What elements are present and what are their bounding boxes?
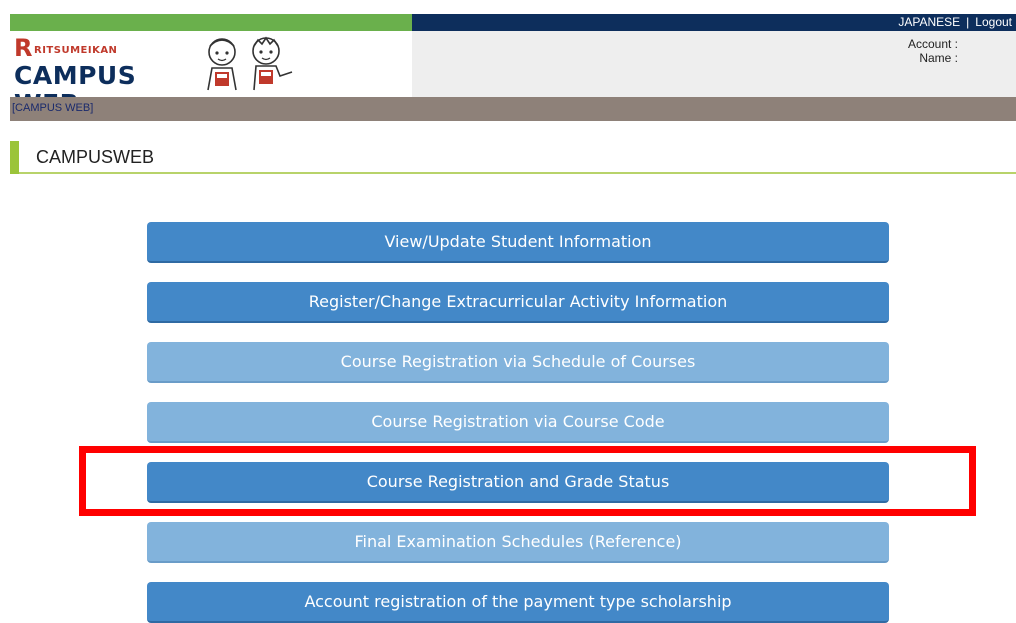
final-examination-schedules-button[interactable]: Final Examination Schedules (Reference) xyxy=(147,522,889,563)
heading-accent-bar xyxy=(10,141,19,174)
logo-r: R xyxy=(14,34,33,62)
page-heading: CAMPUSWEB xyxy=(10,141,1016,174)
course-registration-schedule-button[interactable]: Course Registration via Schedule of Cour… xyxy=(147,342,889,383)
mascot-illustration xyxy=(207,36,293,91)
link-separator: | xyxy=(966,15,970,29)
japanese-link[interactable]: JAPANESE xyxy=(898,15,960,29)
account-label: Account : xyxy=(907,37,958,51)
header-green-strip xyxy=(10,14,412,31)
page-title: CAMPUSWEB xyxy=(36,147,155,167)
campus-web-logo[interactable]: R RITSUMEIKAN CAMPUS WEB xyxy=(14,34,194,118)
course-registration-grade-status-button[interactable]: Course Registration and Grade Status xyxy=(147,462,889,503)
logout-link[interactable]: Logout xyxy=(975,15,1012,29)
breadcrumb-link[interactable]: [CAMPUS WEB] xyxy=(12,102,93,114)
logo-ritsumeikan: RITSUMEIKAN xyxy=(34,45,118,56)
top-links: JAPANESE | Logout xyxy=(898,14,1012,31)
extracurricular-activity-button[interactable]: Register/Change Extracurricular Activity… xyxy=(147,282,889,323)
course-registration-code-button[interactable]: Course Registration via Course Code xyxy=(147,402,889,443)
breadcrumb-bar: [CAMPUS WEB] xyxy=(10,97,1016,121)
heading-underline xyxy=(19,172,1016,174)
name-label: Name : xyxy=(919,51,958,65)
account-info: Account : Name : xyxy=(908,37,958,65)
view-update-student-info-button[interactable]: View/Update Student Information xyxy=(147,222,889,263)
scholarship-account-registration-button[interactable]: Account registration of the payment type… xyxy=(147,582,889,623)
header-account-area: Account : Name : xyxy=(412,31,1016,97)
